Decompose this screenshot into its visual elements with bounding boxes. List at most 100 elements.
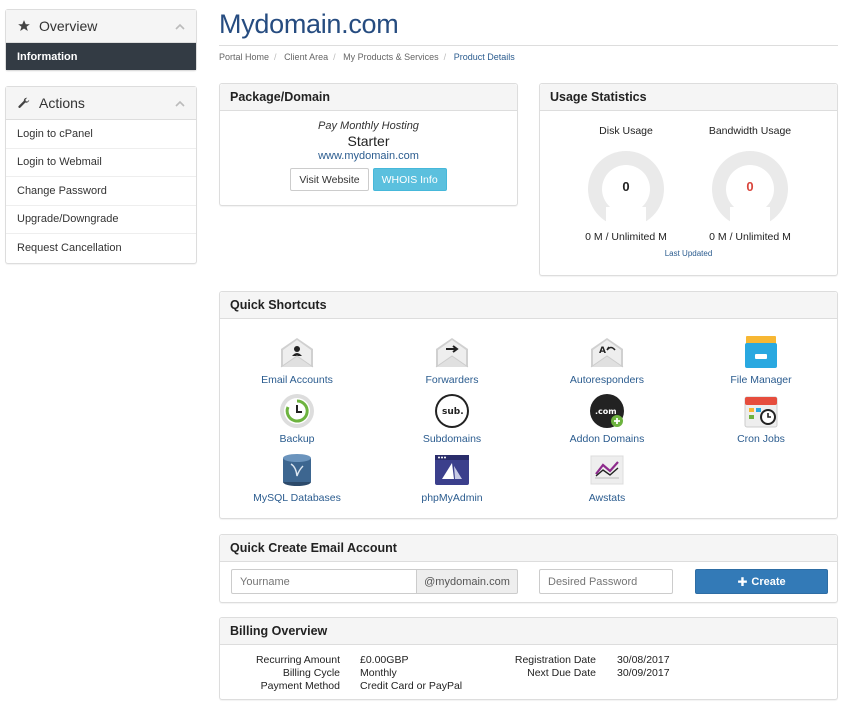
package-name: Starter — [347, 133, 390, 149]
sidebar-item-login-webmail[interactable]: Login to Webmail — [6, 149, 196, 177]
shortcut-label: Addon Domains — [569, 433, 645, 445]
plus-icon: ✚ — [737, 574, 748, 589]
overview-panel-header[interactable]: Overview — [6, 10, 196, 43]
sidebar-item-label: Information — [17, 50, 78, 63]
cron-jobs-icon — [744, 396, 778, 428]
shortcut-forwarders[interactable]: Forwarders — [382, 334, 522, 386]
mysql-databases-icon — [283, 454, 311, 486]
sidebar-item-label: Upgrade/Downgrade — [17, 213, 119, 226]
overview-panel: Overview Information — [5, 9, 197, 71]
shortcut-label: phpMyAdmin — [421, 492, 483, 504]
payment-method-value: Credit Card or PayPal — [360, 680, 463, 692]
sidebar-item-label: Login to Webmail — [17, 156, 102, 169]
breadcrumb-separator: / — [274, 52, 277, 62]
billing-panel-header: Billing Overview — [220, 618, 837, 645]
create-email-button[interactable]: ✚ Create — [695, 569, 828, 594]
actions-panel-header[interactable]: Actions — [6, 87, 196, 120]
shortcut-awstats[interactable]: Awstats — [537, 452, 677, 504]
recurring-amount-value: £0.00GBP — [360, 654, 409, 666]
last-updated-link[interactable]: Last Updated — [540, 249, 837, 258]
billing-cycle-label: Billing Cycle — [282, 667, 340, 679]
next-due-date-label: Next Due Date — [527, 667, 596, 679]
breadcrumb-products-services[interactable]: My Products & Services — [343, 52, 439, 62]
disk-usage: Disk Usage 0 0 M / Unlimited M — [566, 125, 686, 243]
overview-title: Overview — [39, 18, 98, 34]
disk-usage-value: 0 — [622, 179, 630, 194]
svg-text:A: A — [599, 346, 606, 356]
shortcut-addon-domains[interactable]: .com Addon Domains — [537, 393, 677, 445]
svg-text:.com: .com — [595, 407, 617, 416]
shortcut-label: Awstats — [588, 492, 626, 504]
actions-title: Actions — [39, 95, 85, 111]
gauge-gap — [606, 207, 646, 229]
star-icon — [16, 18, 32, 34]
billing-panel: Billing Overview Recurring Amount £0.00G… — [219, 617, 838, 700]
disk-usage-gauge: 0 — [588, 151, 664, 229]
file-manager-icon — [745, 336, 777, 368]
shortcut-backup[interactable]: Backup — [227, 393, 367, 445]
breadcrumb-portal-home[interactable]: Portal Home — [219, 52, 269, 62]
sidebar-item-login-cpanel[interactable]: Login to cPanel — [6, 120, 196, 149]
whois-info-button[interactable]: WHOIS Info — [372, 168, 447, 191]
email-domain-suffix: @mydomain.com — [416, 569, 518, 594]
email-password-input[interactable] — [539, 569, 673, 594]
chevron-up-icon[interactable] — [174, 20, 186, 32]
create-email-label: Create — [751, 575, 786, 588]
payment-method-label: Payment Method — [260, 680, 340, 692]
recurring-amount-label: Recurring Amount — [255, 654, 340, 666]
sidebar-item-information[interactable]: Information — [6, 43, 196, 70]
phpmyadmin-icon — [435, 455, 469, 485]
shortcut-label: Cron Jobs — [737, 433, 785, 445]
shortcut-label: MySQL Databases — [253, 492, 341, 504]
title-divider — [219, 45, 838, 46]
autoresponders-icon: A — [590, 338, 624, 368]
breadcrumb-separator: / — [333, 52, 336, 62]
shortcut-label: Email Accounts — [261, 374, 333, 386]
chevron-up-icon[interactable] — [174, 97, 186, 109]
shortcut-label: Subdomains — [422, 433, 482, 445]
shortcut-label: Backup — [279, 433, 315, 445]
sidebar-item-change-password[interactable]: Change Password — [6, 177, 196, 206]
next-due-date-value: 30/09/2017 — [617, 667, 670, 679]
forwarders-icon — [435, 338, 469, 368]
package-panel-header: Package/Domain — [220, 84, 517, 111]
bandwidth-usage-gauge: 0 — [712, 151, 788, 229]
quick-create-panel-header: Quick Create Email Account — [220, 535, 837, 562]
sidebar-item-upgrade-downgrade[interactable]: Upgrade/Downgrade — [6, 206, 196, 234]
usage-panel: Usage Statistics Disk Usage 0 0 M / Unli… — [539, 83, 838, 276]
package-domain-link[interactable]: www.mydomain.com — [220, 150, 517, 162]
gauge-gap — [730, 207, 770, 229]
quick-create-panel: Quick Create Email Account @mydomain.com… — [219, 534, 838, 603]
shortcut-label: Autoresponders — [569, 374, 645, 386]
package-panel: Package/Domain Pay Monthly Hosting Start… — [219, 83, 518, 206]
bandwidth-usage-detail: 0 M / Unlimited M — [709, 231, 791, 243]
breadcrumb-client-area[interactable]: Client Area — [284, 52, 328, 62]
registration-date-value: 30/08/2017 — [617, 654, 670, 666]
page-title: Mydomain.com — [219, 9, 399, 39]
breadcrumb-product-details: Product Details — [453, 52, 515, 62]
shortcut-mysql-databases[interactable]: MySQL Databases — [227, 452, 367, 504]
subdomains-icon: sub. — [435, 394, 469, 428]
shortcut-file-manager[interactable]: File Manager — [691, 334, 831, 386]
bandwidth-usage: Bandwidth Usage 0 0 M / Unlimited M — [690, 125, 810, 243]
shortcut-label: Forwarders — [425, 374, 479, 386]
shortcuts-panel: Quick Shortcuts Email Accounts Forwarder… — [219, 291, 838, 519]
shortcut-phpmyadmin[interactable]: phpMyAdmin — [382, 452, 522, 504]
registration-date-label: Registration Date — [514, 654, 596, 666]
sidebar-item-request-cancellation[interactable]: Request Cancellation — [6, 234, 196, 263]
email-username-input[interactable] — [231, 569, 417, 594]
bandwidth-usage-value: 0 — [746, 179, 754, 194]
breadcrumb-separator: / — [443, 52, 447, 62]
usage-panel-header: Usage Statistics — [540, 84, 837, 111]
shortcut-cron-jobs[interactable]: Cron Jobs — [691, 393, 831, 445]
shortcut-email-accounts[interactable]: Email Accounts — [227, 334, 367, 386]
visit-website-button[interactable]: Visit Website — [290, 168, 369, 191]
breadcrumb: Portal Home / Client Area / My Products & … — [219, 52, 515, 62]
sidebar-item-label: Change Password — [17, 184, 107, 197]
sidebar-item-label: Login to cPanel — [17, 127, 93, 140]
shortcut-subdomains[interactable]: sub. Subdomains — [382, 393, 522, 445]
backup-icon — [280, 394, 314, 428]
shortcuts-panel-header: Quick Shortcuts — [220, 292, 837, 319]
bandwidth-usage-label: Bandwidth Usage — [708, 125, 792, 137]
shortcut-autoresponders[interactable]: A Autoresponders — [537, 334, 677, 386]
